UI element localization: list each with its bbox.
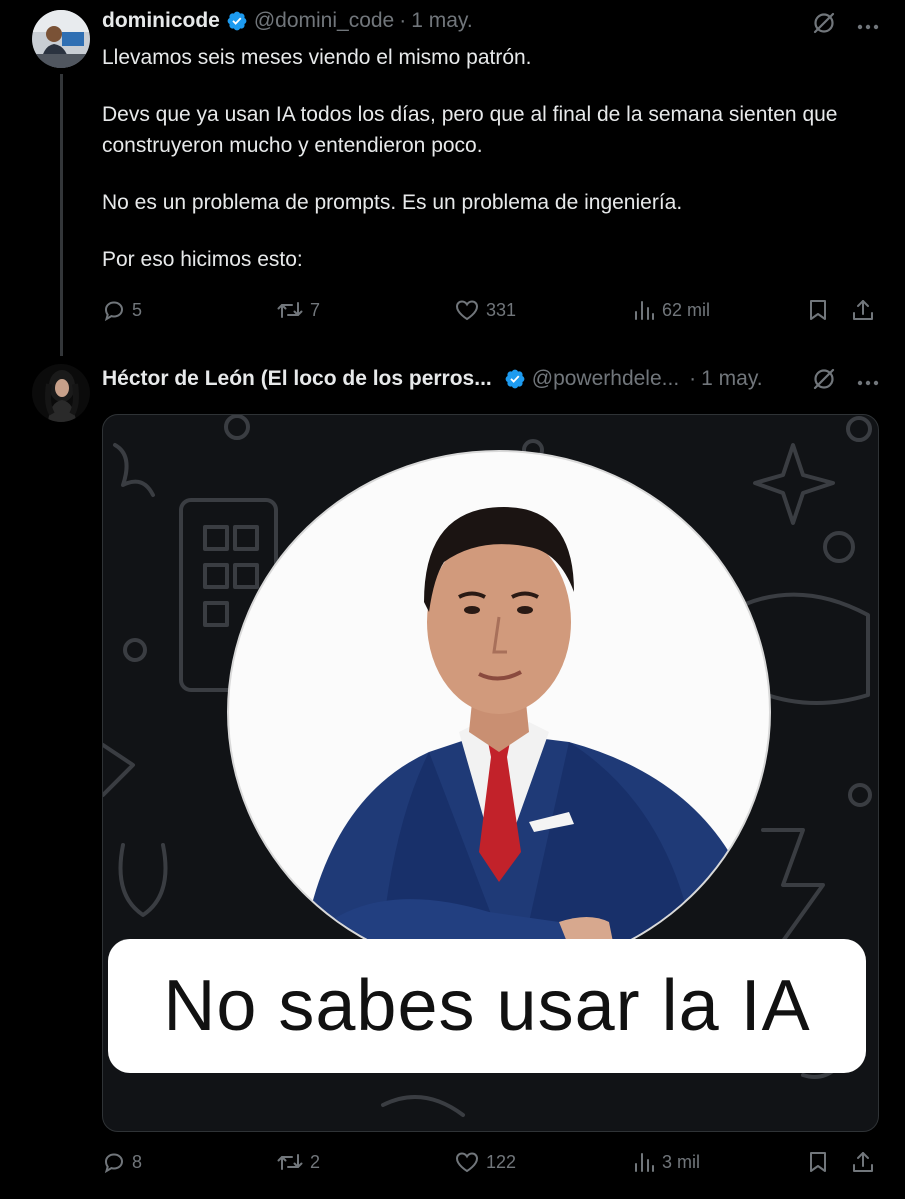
header-icons	[811, 366, 879, 397]
tweet-media-image[interactable]: No sabes usar la IA	[102, 414, 879, 1132]
views-button[interactable]: 3 mil	[632, 1150, 700, 1174]
repost-icon	[276, 1150, 304, 1174]
tweet-date[interactable]: 1 may.	[411, 9, 472, 33]
tweet-date[interactable]: 1 may.	[701, 367, 762, 391]
tweet-hector-de-leon[interactable]: Héctor de León (El loco de los perros...…	[0, 352, 905, 1199]
repost-button[interactable]: 7	[276, 298, 320, 322]
author-handle[interactable]: @powerhdele...	[532, 367, 679, 391]
reply-button[interactable]: 8	[102, 1150, 142, 1174]
tweet-paragraph: Llevamos seis meses viendo el mismo patr…	[102, 46, 532, 69]
grok-icon[interactable]	[811, 10, 837, 41]
share-button[interactable]	[850, 1150, 876, 1174]
repost-count: 2	[310, 1151, 321, 1172]
thread-line	[60, 74, 63, 356]
action-bar: 5 7 331 62 mil	[102, 298, 880, 330]
like-icon	[454, 298, 480, 322]
views-icon	[632, 298, 656, 322]
bookmark-icon	[806, 1150, 830, 1174]
reply-count: 8	[132, 1151, 143, 1172]
author-name[interactable]: dominicode	[102, 9, 220, 33]
share-button[interactable]	[850, 298, 876, 322]
bookmark-icon	[806, 298, 830, 322]
tweet-header: Héctor de León (El loco de los perros...…	[102, 364, 763, 394]
tweet-dominicode[interactable]: dominicode @domini_code · 1 may. Llevamo…	[0, 0, 905, 356]
reply-icon	[102, 1150, 126, 1174]
reply-count: 5	[132, 299, 143, 320]
bookmark-button[interactable]	[806, 1150, 830, 1174]
like-count: 331	[486, 299, 517, 320]
repost-button[interactable]: 2	[276, 1150, 320, 1174]
reply-button[interactable]: 5	[102, 298, 142, 322]
like-count: 122	[486, 1151, 517, 1172]
author-name[interactable]: Héctor de León (El loco de los perros...	[102, 367, 492, 391]
like-button[interactable]: 331	[454, 298, 516, 322]
repost-icon	[276, 298, 304, 322]
portrait-illustration	[299, 507, 769, 972]
like-button[interactable]: 122	[454, 1150, 516, 1174]
tweet-paragraph: Por eso hicimos esto:	[102, 248, 303, 271]
separator: ·	[399, 9, 407, 32]
share-icon	[850, 1150, 876, 1174]
views-count: 62 mil	[662, 299, 711, 320]
reply-icon	[102, 298, 126, 322]
repost-count: 7	[310, 299, 321, 320]
author-handle[interactable]: @domini_code	[254, 9, 394, 33]
views-icon	[632, 1150, 656, 1174]
tweet-paragraph: No es un problema de prompts. Es un prob…	[102, 191, 683, 214]
meme-caption-text: No sabes usar la IA	[163, 966, 811, 1046]
grok-icon[interactable]	[811, 366, 837, 397]
portrait-sticker	[227, 450, 771, 974]
avatar[interactable]	[32, 10, 90, 68]
views-button[interactable]: 62 mil	[632, 298, 710, 322]
avatar[interactable]	[32, 364, 90, 422]
views-count: 3 mil	[662, 1151, 701, 1172]
action-bar: 8 2 122 3 mil	[102, 1150, 880, 1182]
header-icons	[811, 10, 879, 41]
more-icon[interactable]	[857, 373, 879, 391]
more-icon[interactable]	[857, 17, 879, 35]
share-icon	[850, 298, 876, 322]
verified-badge-icon	[226, 10, 248, 32]
bookmark-button[interactable]	[806, 298, 830, 322]
separator: ·	[689, 367, 697, 390]
like-icon	[454, 1150, 480, 1174]
tweet-header: dominicode @domini_code · 1 may.	[102, 6, 473, 36]
tweet-paragraph: Devs que ya usan IA todos los días, pero…	[102, 103, 838, 157]
tweet-text: Llevamos seis meses viendo el mismo patr…	[102, 42, 872, 301]
verified-badge-icon	[504, 368, 526, 390]
meme-caption: No sabes usar la IA	[108, 939, 866, 1073]
